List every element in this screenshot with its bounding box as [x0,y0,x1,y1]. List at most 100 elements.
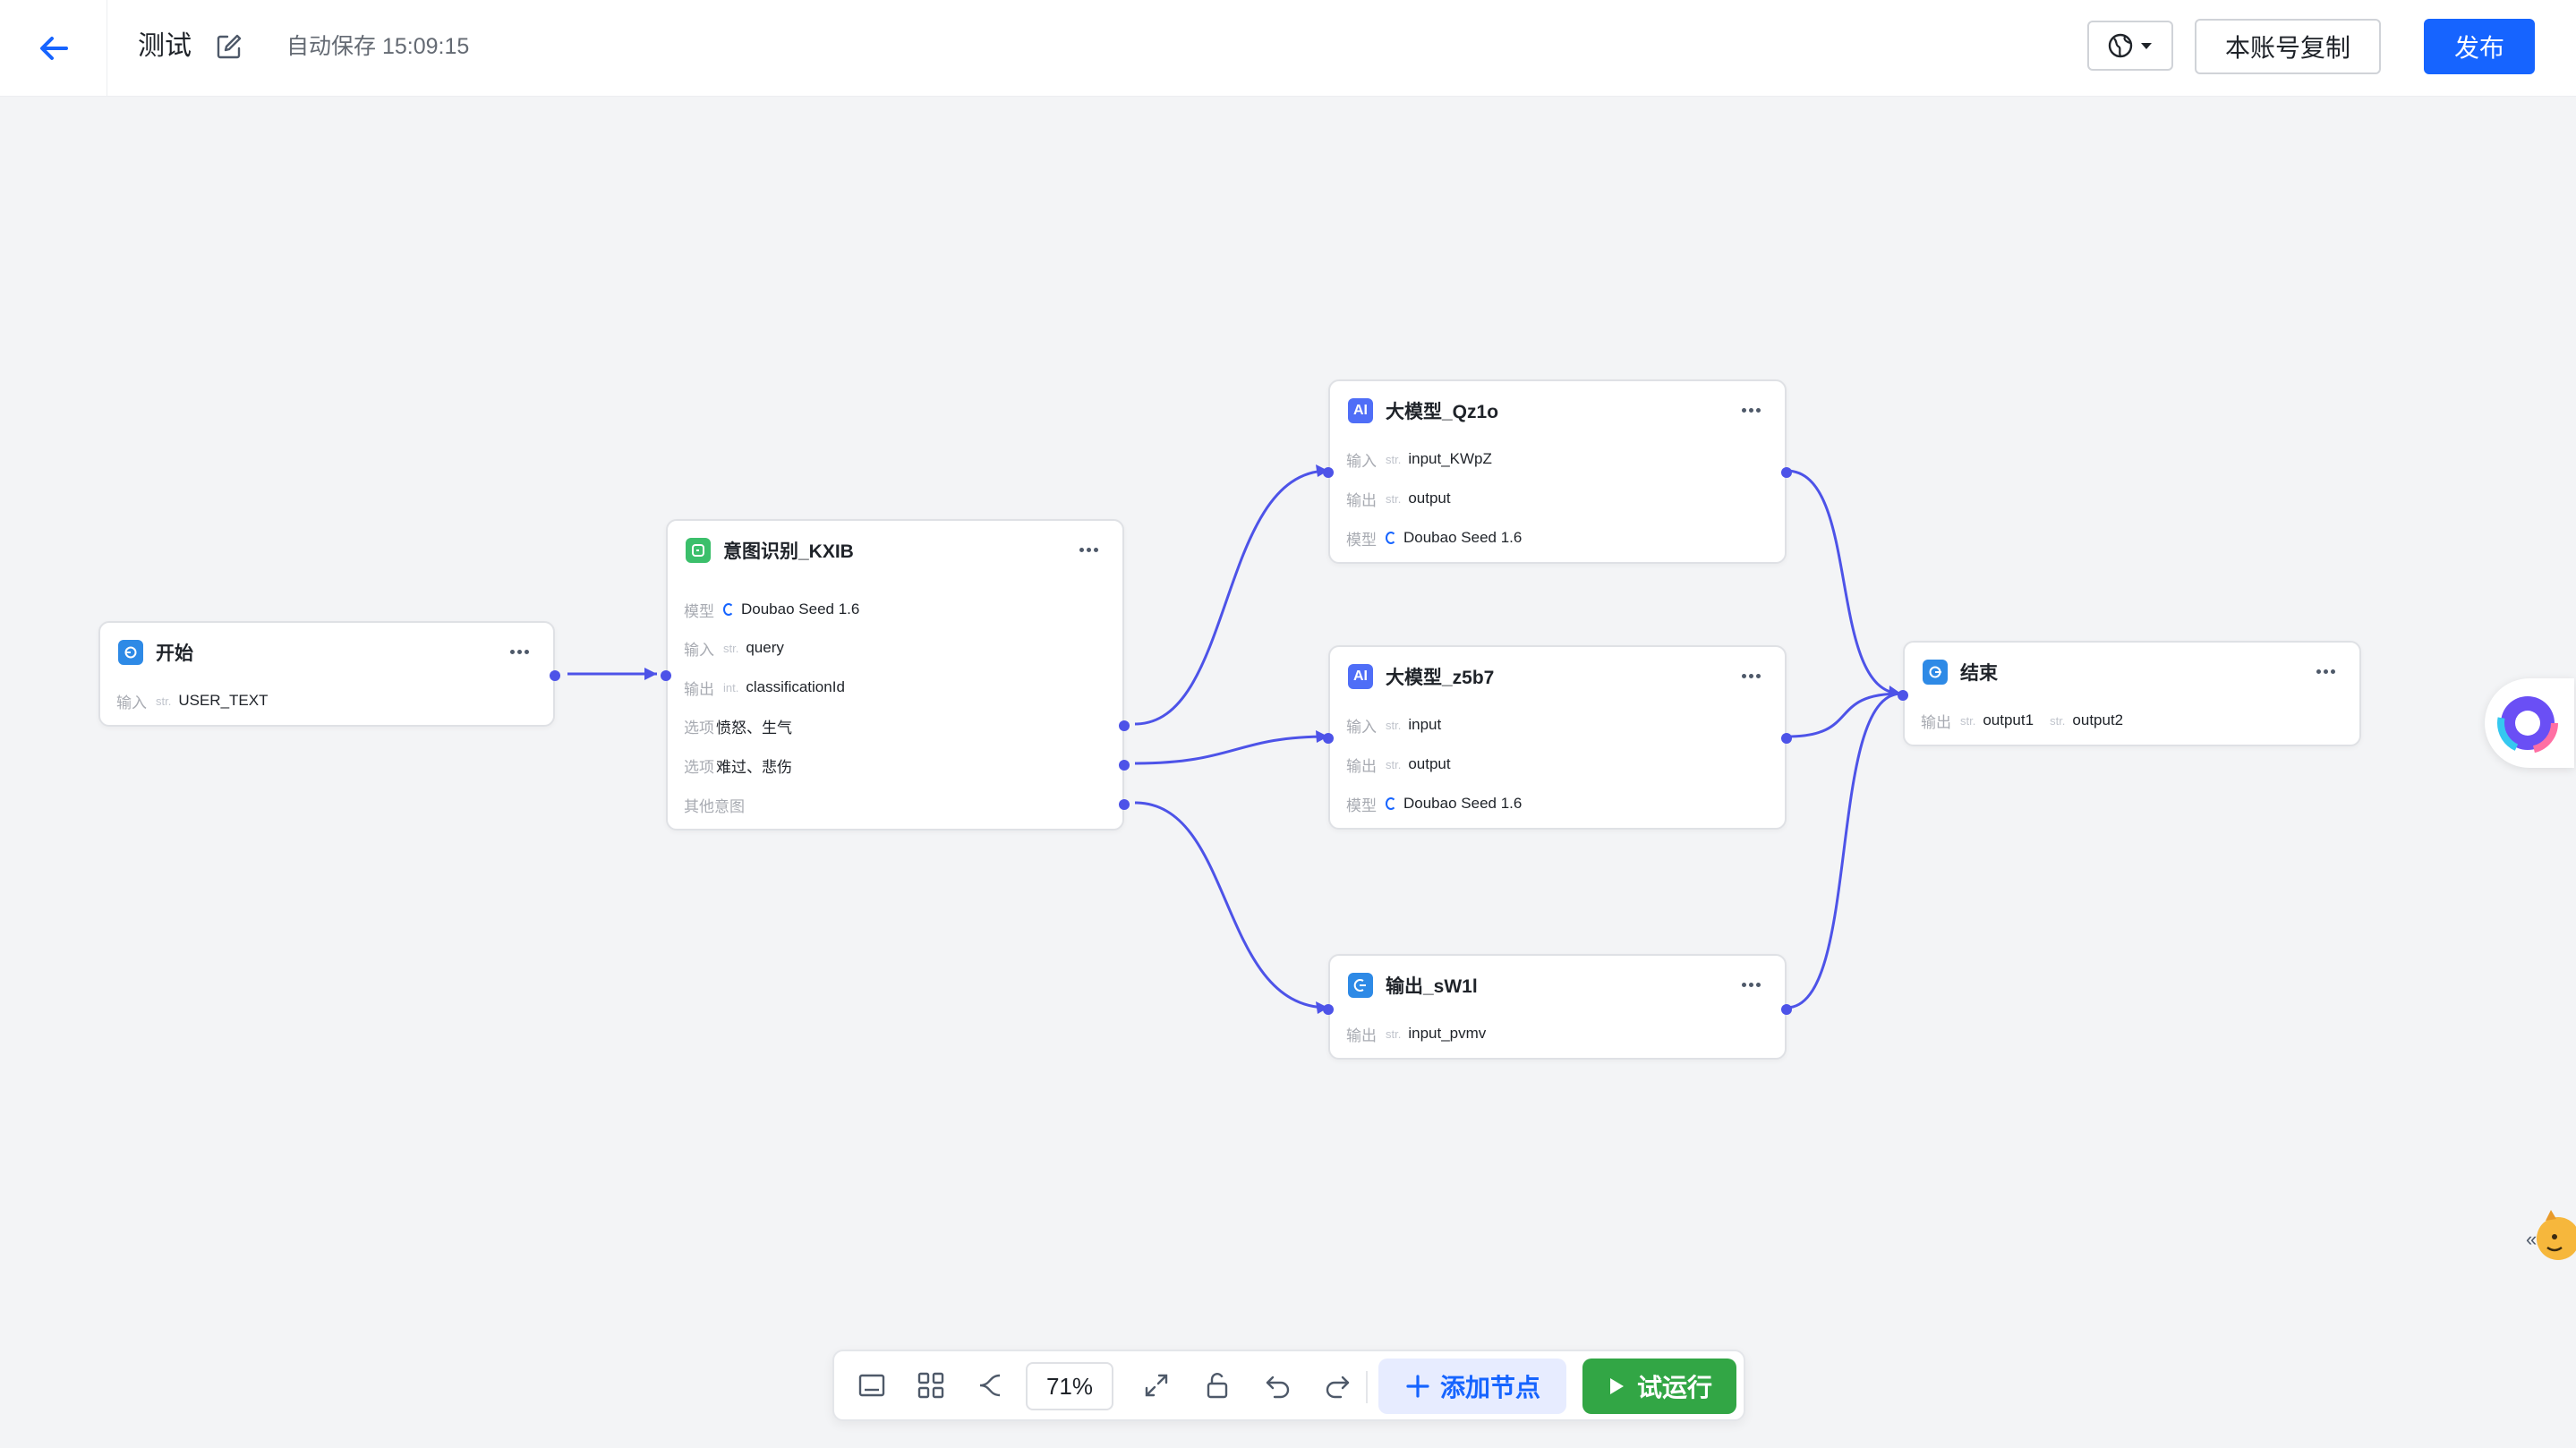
redo-button[interactable] [1316,1364,1359,1407]
output-handle[interactable] [550,670,560,681]
assistant-logo-icon [2497,693,2558,754]
end-icon [1923,660,1948,685]
arrow-left-icon [39,37,68,60]
undo-button[interactable] [1257,1364,1300,1407]
node-row-model: 模型 Doubao Seed 1.6 [1346,529,1523,549]
node-title: 大模型_z5b7 [1386,668,1495,688]
start-node[interactable]: 开始 输入 str. USER_TEXT [98,621,560,727]
input-handle[interactable] [1323,467,1334,478]
back-button[interactable] [0,0,107,97]
input-handle[interactable] [1323,733,1334,744]
intent-node[interactable]: 意图识别_KXIB 模型 Doubao Seed 1.6 输入 str. que… [661,519,1130,830]
add-node-button[interactable]: 添加节点 [1378,1359,1566,1414]
publish-button[interactable]: 发布 [2424,19,2535,74]
node-header: 意图识别_KXIB [668,521,1122,580]
test-run-button[interactable]: 试运行 [1582,1359,1736,1414]
node-row-model: 模型 Doubao Seed 1.6 [684,600,860,620]
minimap-icon [858,1374,885,1397]
input-handle[interactable] [1898,690,1908,701]
node-row-input: 输入 str. USER_TEXT [116,692,269,711]
output-handle[interactable] [1781,733,1792,744]
node-row-input: 输入 str. input_KWpZ [1346,450,1492,470]
minimap-button[interactable] [850,1364,893,1407]
fit-view-button[interactable] [1135,1364,1178,1407]
node-row-output: 输出 str. output [1346,490,1451,509]
ai-icon: AI [1348,664,1373,689]
edge-intent-llm1 [1134,469,1329,726]
mascot-icon [2537,1210,2576,1260]
node-header: 输出_sW1l [1330,956,1785,1015]
test-run-label: 试运行 [1636,1374,1712,1401]
ai-icon: AI [1348,398,1373,423]
copy-to-account-button[interactable]: 本账号复制 [2195,19,2381,74]
node-header: 结束 [1905,643,2359,702]
more-options-button[interactable] [1735,663,1767,688]
assistant-launcher[interactable] [2485,678,2574,768]
node-title: 大模型_Qz1o [1386,402,1499,422]
more-options-button[interactable] [503,639,535,664]
doubao-model-icon [1386,797,1396,810]
node-header: AI 大模型_z5b7 [1330,647,1785,706]
globe-icon [2108,33,2133,58]
node-row-input: 输入 str. input [1346,716,1442,736]
more-options-button[interactable] [1735,972,1767,997]
auto-layout-button[interactable] [909,1364,952,1407]
play-icon [1609,1378,1624,1394]
end-node[interactable]: 结束 输出 str. output1 str. output2 [1898,641,2361,746]
output-icon [1348,973,1373,998]
edge-intent-output [1134,801,1329,1009]
node-title: 结束 [1960,663,1998,684]
more-options-button[interactable] [2309,659,2341,684]
option-2-handle[interactable] [1119,760,1130,771]
more-options-button[interactable] [1735,397,1767,422]
intent-icon [686,538,711,563]
node-header: 开始 [100,623,553,682]
option-1-handle[interactable] [1119,720,1130,731]
language-dropdown[interactable] [2087,21,2173,71]
llm-node-z5b7[interactable]: AI 大模型_z5b7 输入 str. input 输出 str. output… [1323,645,1792,830]
undo-icon [1266,1376,1290,1399]
autosave-status: 自动保存 15:09:15 [286,34,470,59]
mascot-widget[interactable] [2528,1206,2576,1267]
edge-llm1-end [1786,469,1902,695]
llm-node-qz1o[interactable]: AI 大模型_Qz1o 输入 str. input_KWpZ 输出 str. o… [1323,379,1792,564]
node-header: AI 大模型_Qz1o [1330,381,1785,440]
output-handle[interactable] [1781,467,1792,478]
zoom-level-select[interactable]: 71% [1026,1362,1113,1410]
plus-icon [1406,1375,1429,1398]
start-icon [118,640,143,665]
edge-output-end [1786,692,1902,1009]
edit-icon [217,34,242,59]
node-title: 输出_sW1l [1386,976,1478,997]
node-row-model: 模型 Doubao Seed 1.6 [1346,795,1523,814]
node-row-output: 输出 str. output1 str. output2 [1921,711,2124,731]
input-handle[interactable] [661,670,671,681]
connection-style-button[interactable] [968,1364,1011,1407]
more-options-button[interactable] [1072,537,1105,562]
node-title: 意图识别_KXIB [723,541,854,562]
output-handle[interactable] [1781,1004,1792,1015]
doubao-model-icon [723,603,734,616]
node-row-option-1: 选项 愤怒、生气 [684,719,792,737]
top-bar: 测试 自动保存 15:09:15 本账号复制 发布 [0,0,2576,97]
add-node-label: 添加节点 [1439,1374,1540,1401]
node-row-input: 输入 str. query [684,639,784,659]
node-row-option-2: 选项 难过、悲伤 [684,758,792,776]
node-row-other-intent: 其他意图 [684,797,745,815]
grid-layout-icon [917,1372,944,1399]
lock-button[interactable] [1196,1364,1239,1407]
input-handle[interactable] [1323,1004,1334,1015]
node-title: 开始 [156,643,193,664]
connector-icon [979,1374,1001,1397]
expand-icon [1145,1374,1168,1397]
edge-llm2-end [1786,692,1902,738]
doubao-model-icon [1386,532,1396,544]
edit-title-button[interactable] [215,32,243,61]
node-row-output: 输出 str. input_pvmv [1346,1025,1487,1044]
other-intent-handle[interactable] [1119,799,1130,810]
caret-down-icon [2141,43,2152,49]
output-node[interactable]: 输出_sW1l 输出 str. input_pvmv [1323,954,1792,1060]
canvas-toolbar: 71% 添加节点 试运行 [832,1350,1745,1421]
unlock-icon [1207,1373,1228,1399]
node-row-output: 输出 int. classificationId [684,678,845,698]
